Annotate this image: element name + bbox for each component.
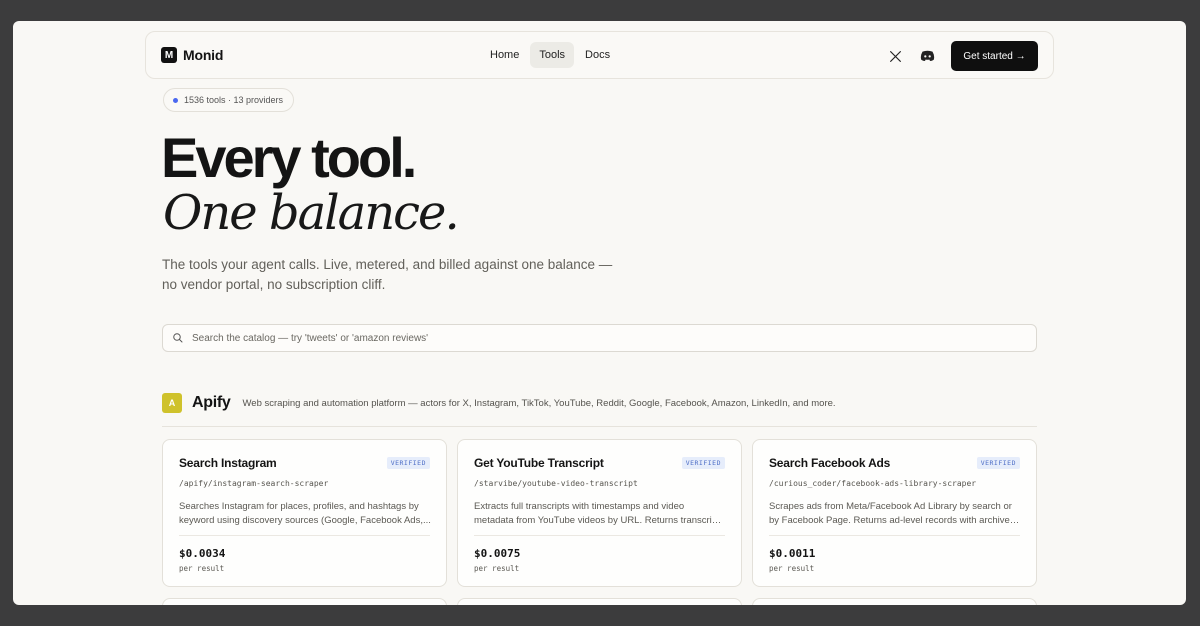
tool-card-price-unit: per result (179, 564, 225, 573)
tool-card-path: /curious_coder/facebook-ads-library-scra… (769, 479, 977, 488)
x-icon[interactable] (886, 47, 904, 65)
tool-card-price-unit: per result (474, 564, 520, 573)
brand-name: Monid (183, 47, 224, 63)
card-divider (769, 535, 1020, 536)
tool-card-title: Get YouTube Transcript (474, 456, 604, 470)
get-started-button[interactable]: Get started → (951, 41, 1038, 71)
tool-card-path: /apify/instagram-search-scraper (179, 479, 329, 488)
brand-logo[interactable]: M Monid (161, 47, 223, 63)
card-divider (474, 535, 725, 536)
hero-description: The tools your agent calls. Live, metere… (162, 257, 613, 292)
nav-home-link[interactable]: Home (481, 42, 528, 68)
hero-title: Every tool. (161, 126, 417, 189)
tool-card-description: Searches Instagram for places, profiles,… (179, 501, 431, 526)
tool-card-partial[interactable] (457, 598, 742, 605)
verified-badge: VERIFIED (976, 457, 1020, 469)
provider-badge: A (162, 393, 182, 413)
tool-card-partial[interactable] (752, 598, 1037, 605)
tool-card-title: Search Facebook Ads (769, 456, 891, 470)
tool-card-description: Extracts full transcripts with timestamp… (474, 501, 720, 526)
search-input[interactable] (192, 332, 1012, 344)
nav-docs-link[interactable]: Docs (576, 42, 619, 68)
provider-header-apify: A Apify Web scraping and automation plat… (162, 393, 1037, 427)
tool-card[interactable]: Search Facebook Ads VERIFIED /curious_co… (752, 439, 1037, 587)
tool-card-price-unit: per result (769, 564, 815, 573)
tool-card-price: $0.0034 (179, 547, 226, 560)
catalog-search[interactable] (162, 324, 1037, 352)
tool-card[interactable]: Search Instagram VERIFIED /apify/instagr… (162, 439, 447, 587)
status-dot-icon (173, 97, 178, 103)
browser-page: M Monid Home Tools Docs Get started → 15… (13, 21, 1186, 605)
brand-mark: M (161, 47, 177, 63)
provider-name: Apify (192, 394, 231, 411)
tool-card-price: $0.0075 (474, 547, 521, 560)
nav-menu: Home Tools Docs (481, 42, 619, 68)
discord-icon[interactable] (918, 47, 936, 65)
provider-description: Web scraping and automation platform — a… (242, 398, 836, 409)
verified-badge: VERIFIED (681, 457, 725, 469)
tool-card-title: Search Instagram (179, 456, 277, 470)
hero-subtitle: One balance. (163, 185, 460, 241)
search-icon (173, 333, 183, 343)
catalog-stats-text: 1536 tools · 13 providers (184, 95, 284, 105)
catalog-stats-pill: 1536 tools · 13 providers (163, 88, 295, 112)
tool-card-price: $0.0011 (769, 547, 816, 560)
tool-card-path: /starvibe/youtube-video-transcript (474, 479, 638, 488)
top-nav: M Monid Home Tools Docs Get started → (145, 31, 1054, 79)
tool-card-partial[interactable] (162, 598, 447, 605)
nav-tools-link[interactable]: Tools (530, 42, 575, 68)
verified-badge: VERIFIED (386, 457, 430, 469)
tool-card[interactable]: Get YouTube Transcript VERIFIED /starvib… (457, 439, 742, 587)
tool-card-description: Scrapes ads from Meta/Facebook Ad Librar… (769, 501, 1012, 526)
card-divider (179, 535, 430, 536)
